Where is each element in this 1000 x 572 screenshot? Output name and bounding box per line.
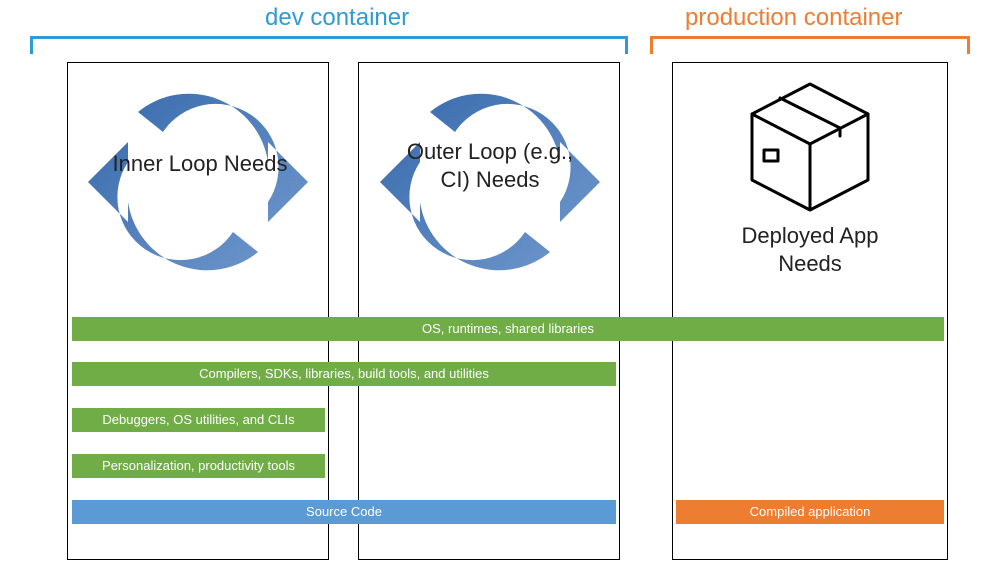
label-inner-loop: Inner Loop Needs xyxy=(110,150,290,178)
bracket-dev xyxy=(30,36,628,54)
bracket-prod xyxy=(650,36,970,54)
header-dev-container: dev container xyxy=(265,4,409,32)
layer-compiled-app: Compiled application xyxy=(676,500,944,524)
header-prod-container: production container xyxy=(685,4,902,32)
layer-build-tools: Compilers, SDKs, libraries, build tools,… xyxy=(72,362,616,386)
layer-debuggers: Debuggers, OS utilities, and CLIs xyxy=(72,408,325,432)
label-outer-loop: Outer Loop (e.g., CI) Needs xyxy=(400,138,580,193)
layer-os-runtimes: OS, runtimes, shared libraries xyxy=(72,317,944,341)
label-deployed: Deployed App Needs xyxy=(710,222,910,277)
package-box-icon xyxy=(740,76,880,216)
cycle-arrows-icon xyxy=(78,72,318,292)
layer-personalization: Personalization, productivity tools xyxy=(72,454,325,478)
layer-source-code: Source Code xyxy=(72,500,616,524)
